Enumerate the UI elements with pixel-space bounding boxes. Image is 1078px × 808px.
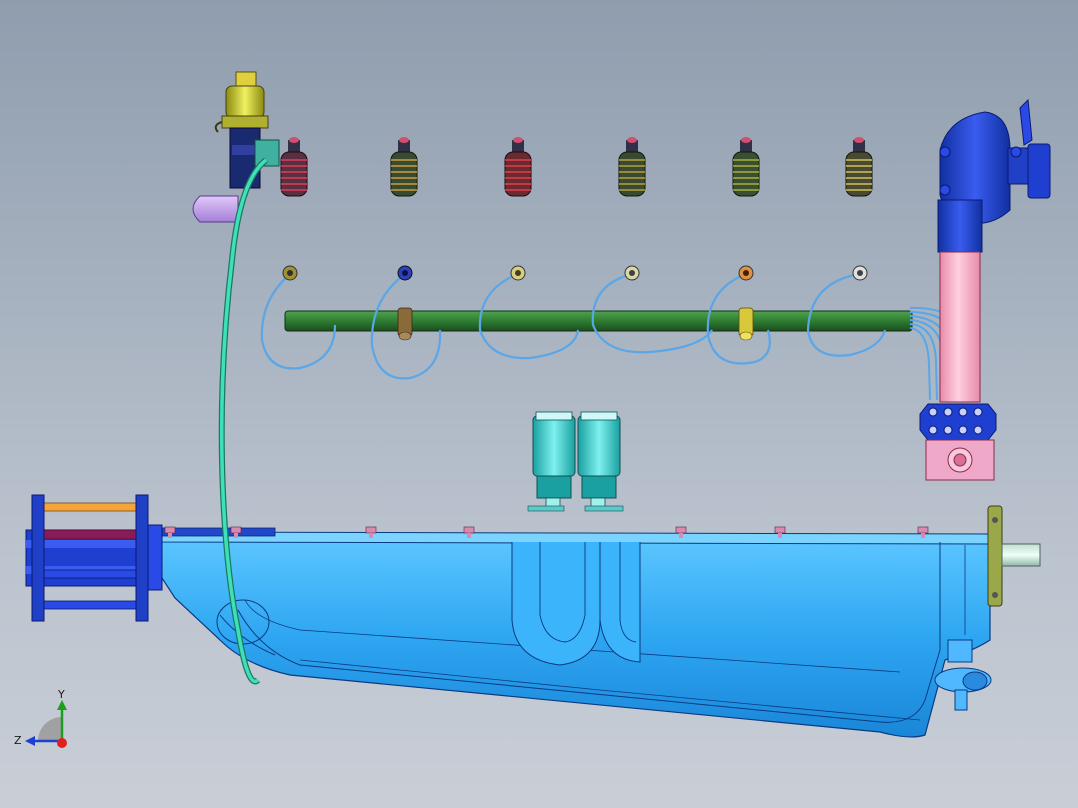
nozzle-4 [624, 265, 640, 281]
axis-origin [57, 738, 67, 748]
injector-3[interactable] [504, 137, 532, 197]
y-axis-label: Y [57, 688, 65, 701]
exhaust-pipe[interactable] [939, 251, 981, 403]
injection-pump[interactable] [919, 403, 997, 481]
injector-6[interactable] [845, 137, 873, 197]
nozzles [282, 265, 868, 281]
output-flange[interactable] [987, 505, 1041, 607]
lavender-cap[interactable] [192, 195, 239, 223]
nozzle-5 [738, 265, 754, 281]
rail-clamp [397, 307, 413, 341]
nozzle-6 [852, 265, 868, 281]
injector-5[interactable] [732, 137, 760, 197]
z-axis-label: Z [14, 734, 22, 747]
cad-viewport[interactable]: Y Z [0, 0, 1078, 808]
oil-pan[interactable] [159, 527, 993, 738]
nozzle-3 [510, 265, 526, 281]
fuel-solenoid[interactable] [214, 71, 280, 189]
fuel-lines[interactable] [260, 272, 976, 401]
fuel-filter[interactable] [577, 411, 624, 512]
injector-1[interactable] [280, 137, 308, 197]
fuel-filter[interactable] [527, 411, 576, 512]
injector-2[interactable] [390, 137, 418, 197]
injector-4[interactable] [618, 137, 646, 197]
nozzle-2 [397, 265, 413, 281]
injectors [280, 137, 873, 197]
nozzle-1 [282, 265, 298, 281]
rail-clamp [738, 307, 754, 341]
pump-elbow[interactable] [937, 98, 1051, 253]
stud-assembly[interactable] [25, 494, 163, 622]
fuel-filters[interactable] [527, 411, 624, 512]
cad-scene[interactable]: Y Z [0, 0, 1078, 808]
axis-triad: Y Z [14, 688, 67, 748]
